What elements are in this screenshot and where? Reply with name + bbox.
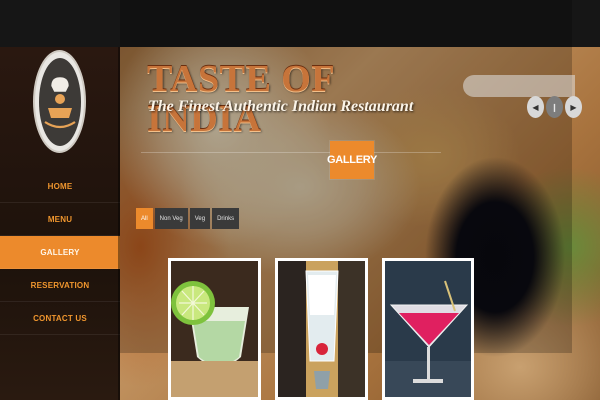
chevron-right-icon[interactable]: ▶ xyxy=(565,96,582,118)
nav-item-home[interactable]: HOME xyxy=(0,170,120,203)
shaved-ice-drink-icon xyxy=(278,261,365,397)
margarita-with-lime-icon xyxy=(171,261,258,397)
site-tagline: The Finest Authentic Indian Restaurant xyxy=(148,98,414,115)
filter-veg[interactable]: Veg xyxy=(189,208,211,229)
nav-item-menu[interactable]: MENU xyxy=(0,203,120,236)
site-title: TASTE OF INDIA xyxy=(147,58,334,140)
filter-all[interactable]: All xyxy=(136,208,153,229)
filter-drinks[interactable]: Drinks xyxy=(212,208,240,229)
gallery-item[interactable] xyxy=(382,258,474,400)
nav-item-reservation[interactable]: RESERVATION xyxy=(0,269,120,302)
main-nav: HOME MENU GALLERY RESERVATION CONTACT US xyxy=(0,170,120,335)
red-cocktail-icon xyxy=(385,261,471,397)
chevron-left-icon[interactable]: ◀ xyxy=(527,96,544,118)
slider-controls: ◀ ❙ ▶ xyxy=(527,96,583,118)
nav-item-contact-us[interactable]: CONTACT US xyxy=(0,302,120,335)
header-divider xyxy=(141,152,441,153)
search-input[interactable] xyxy=(463,75,575,97)
gallery-item[interactable] xyxy=(168,258,261,400)
sidebar: HOME MENU GALLERY RESERVATION CONTACT US xyxy=(0,47,120,400)
chef-logo-icon xyxy=(38,57,81,146)
nav-item-gallery[interactable]: GALLERY xyxy=(0,236,120,269)
section-title: GALLERY xyxy=(327,141,377,179)
gallery-item[interactable] xyxy=(275,258,368,400)
logo[interactable] xyxy=(33,50,86,153)
pause-icon[interactable]: ❙ xyxy=(546,96,563,118)
gallery-filters: All Non Veg Veg Drinks xyxy=(136,208,240,229)
filter-non-veg[interactable]: Non Veg xyxy=(154,208,188,229)
